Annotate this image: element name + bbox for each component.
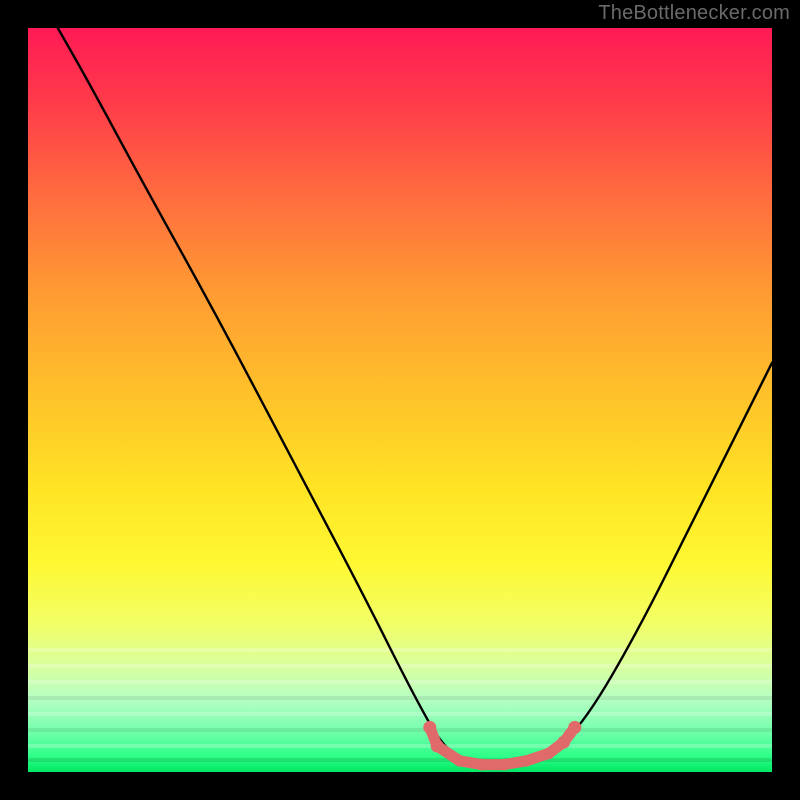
chart-stage: TheBottlenecker.com bbox=[0, 0, 800, 800]
valley-marker bbox=[476, 759, 488, 771]
valley-marker bbox=[431, 740, 444, 753]
bottleneck-curve bbox=[58, 28, 772, 765]
valley-marker bbox=[454, 755, 466, 767]
valley-markers bbox=[423, 721, 581, 770]
valley-marker bbox=[423, 721, 436, 734]
valley-connector bbox=[430, 727, 575, 764]
curve-layer bbox=[28, 28, 772, 772]
plot-area bbox=[28, 28, 772, 772]
watermark-text: TheBottlenecker.com bbox=[598, 2, 790, 25]
valley-marker bbox=[557, 736, 570, 749]
valley-marker bbox=[521, 755, 533, 767]
valley-marker bbox=[543, 748, 555, 760]
valley-marker bbox=[498, 759, 510, 771]
valley-marker bbox=[568, 721, 581, 734]
